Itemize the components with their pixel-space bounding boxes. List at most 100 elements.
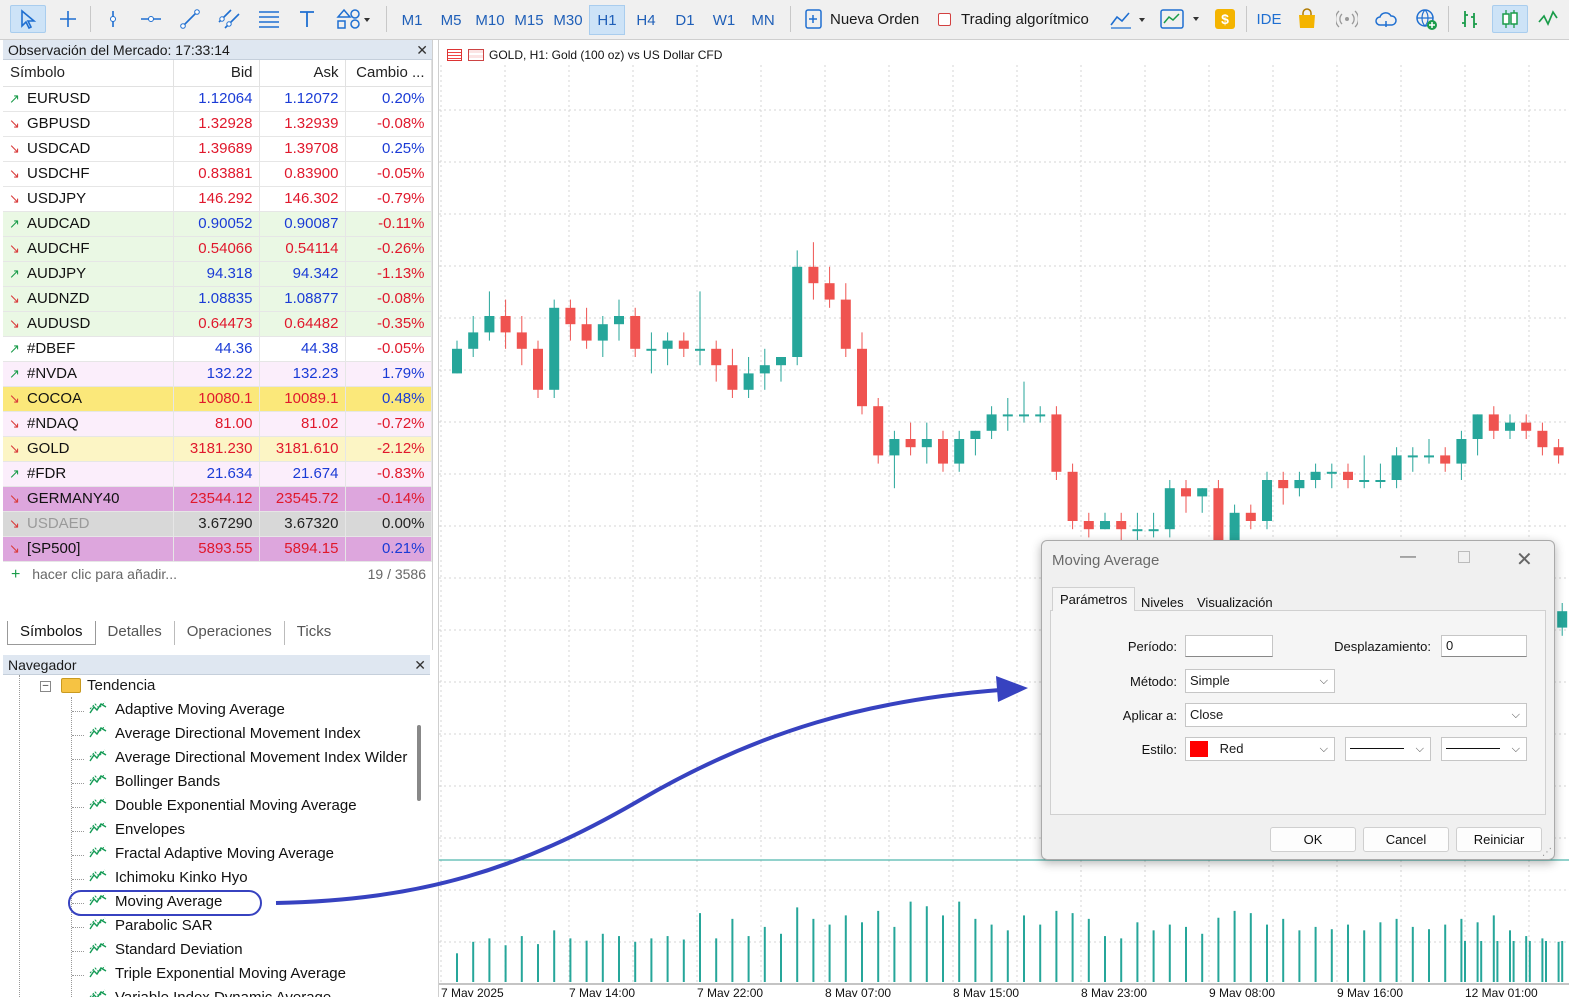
indicator-item[interactable]: Parabolic SAR bbox=[89, 917, 213, 934]
timeframe-w1[interactable]: W1 bbox=[706, 5, 742, 35]
tab-details[interactable]: Detalles bbox=[96, 621, 175, 645]
table-row[interactable]: ↘ GERMANY40 23544.12 23545.72 -0.14% bbox=[3, 486, 432, 512]
chart-type-button[interactable] bbox=[1106, 5, 1152, 33]
maximize-icon[interactable] bbox=[1458, 551, 1470, 563]
timeframe-mn[interactable]: MN bbox=[745, 5, 781, 35]
tab-ticks[interactable]: Ticks bbox=[285, 621, 343, 645]
resize-grip-icon[interactable]: ⋰ bbox=[1542, 847, 1552, 858]
folder-tendencia[interactable]: Tendencia bbox=[61, 677, 155, 694]
color-select[interactable]: Red ⌵ bbox=[1185, 737, 1335, 761]
shop-button[interactable] bbox=[1292, 5, 1322, 33]
indicator-item[interactable]: Ichimoku Kinko Hyo bbox=[89, 869, 248, 886]
column-header-change[interactable]: Cambio ... bbox=[345, 60, 432, 87]
indicator-item[interactable]: Standard Deviation bbox=[89, 941, 243, 958]
indicator-item[interactable]: Variable Index Dynamic Average bbox=[89, 989, 331, 997]
indicator-item[interactable]: Bollinger Bands bbox=[89, 773, 220, 790]
cursor-tool-button[interactable] bbox=[10, 5, 46, 33]
close-icon[interactable]: ✕ bbox=[414, 655, 426, 675]
table-row[interactable]: ↘ USDJPY 146.292 146.302 -0.79% bbox=[3, 186, 432, 212]
indicator-item[interactable]: Average Directional Movement Index Wilde… bbox=[89, 749, 407, 766]
table-row[interactable]: ↘ USDCAD 1.39689 1.39708 0.25% bbox=[3, 136, 432, 162]
tab-symbols[interactable]: Símbolos bbox=[7, 621, 96, 645]
table-row[interactable]: ↘ [SP500] 5893.55 5894.15 0.21% bbox=[3, 536, 432, 562]
vps-button[interactable] bbox=[1370, 5, 1402, 33]
indicator-item[interactable]: Adaptive Moving Average bbox=[89, 701, 285, 718]
column-header-ask[interactable]: Ask bbox=[259, 60, 346, 87]
reset-button[interactable]: Reiniciar bbox=[1456, 827, 1542, 852]
close-icon[interactable]: ✕ bbox=[416, 40, 428, 60]
change-cell: -0.14% bbox=[345, 486, 432, 512]
templates-button[interactable] bbox=[1156, 5, 1206, 33]
line-style-select[interactable]: ⌵ bbox=[1345, 737, 1431, 761]
line-width-select[interactable]: ⌵ bbox=[1441, 737, 1527, 761]
column-header-symbol[interactable]: Símbolo bbox=[3, 60, 174, 87]
nav-scrollbar[interactable] bbox=[417, 725, 421, 801]
timeframe-h1[interactable]: H1 bbox=[589, 5, 625, 35]
indicator-item[interactable]: Double Exponential Moving Average bbox=[89, 797, 357, 814]
timeframe-d1[interactable]: D1 bbox=[667, 5, 703, 35]
table-row[interactable]: ↘ COCOA 10080.1 10089.1 0.48% bbox=[3, 386, 432, 412]
fibonacci-button[interactable] bbox=[252, 5, 286, 33]
column-header-bid[interactable]: Bid bbox=[173, 60, 260, 87]
minimize-icon[interactable]: — bbox=[1400, 548, 1416, 566]
signals-button[interactable] bbox=[1332, 5, 1362, 33]
indicator-item[interactable]: Fractal Adaptive Moving Average bbox=[89, 845, 334, 862]
market-button[interactable]: $ bbox=[1210, 5, 1240, 33]
table-row[interactable]: ↗ #NVDA 132.22 132.23 1.79% bbox=[3, 361, 432, 387]
table-row[interactable]: ↘ AUDCHF 0.54066 0.54114 -0.26% bbox=[3, 236, 432, 262]
table-row[interactable]: ↘ USDCHF 0.83881 0.83900 -0.05% bbox=[3, 161, 432, 187]
table-row[interactable]: ↗ #DBEF 44.36 44.38 -0.05% bbox=[3, 336, 432, 362]
candle-body bbox=[1002, 414, 1013, 417]
timeframe-h4[interactable]: H4 bbox=[628, 5, 664, 35]
tab-parametros[interactable]: Parámetros bbox=[1052, 587, 1136, 611]
tree-line bbox=[72, 711, 84, 712]
bar-chart-button[interactable] bbox=[1454, 5, 1486, 33]
timeframe-m5[interactable]: M5 bbox=[433, 5, 469, 35]
table-row[interactable]: ↘ #NDAQ 81.00 81.02 -0.72% bbox=[3, 411, 432, 437]
ok-button[interactable]: OK bbox=[1270, 827, 1356, 852]
cancel-button[interactable]: Cancel bbox=[1363, 827, 1449, 852]
timeframe-m1[interactable]: M1 bbox=[394, 5, 430, 35]
line-chart-button[interactable] bbox=[1532, 5, 1564, 33]
table-row[interactable]: ↘ AUDUSD 0.64473 0.64482 -0.35% bbox=[3, 311, 432, 337]
shift-input[interactable]: 0 bbox=[1441, 635, 1527, 657]
indicator-item[interactable]: Envelopes bbox=[89, 821, 185, 838]
table-row[interactable]: ↗ AUDCAD 0.90052 0.90087 -0.11% bbox=[3, 211, 432, 237]
timeframe-m15[interactable]: M15 bbox=[511, 5, 547, 35]
indicator-label: Average Directional Movement Index bbox=[115, 725, 361, 742]
timeframe-m30[interactable]: M30 bbox=[550, 5, 586, 35]
indicator-icon bbox=[89, 941, 109, 958]
tab-operations[interactable]: Operaciones bbox=[175, 621, 285, 645]
table-row[interactable]: ↗ EURUSD 1.12064 1.12072 0.20% bbox=[3, 86, 432, 112]
horizontal-line-button[interactable] bbox=[136, 5, 166, 33]
algo-trading-button[interactable]: Trading algorítmico bbox=[934, 5, 1100, 33]
new-order-button[interactable]: Nueva Orden bbox=[802, 5, 926, 33]
web-button[interactable] bbox=[1410, 5, 1442, 33]
table-row[interactable]: ↗ AUDJPY 94.318 94.342 -1.13% bbox=[3, 261, 432, 287]
method-select[interactable]: Simple ⌵ bbox=[1185, 669, 1335, 693]
ask-cell: 0.90087 bbox=[259, 211, 346, 237]
change-cell: 0.25% bbox=[345, 136, 432, 162]
period-input[interactable] bbox=[1185, 635, 1273, 657]
table-row[interactable]: ↗ #FDR 21.634 21.674 -0.83% bbox=[3, 461, 432, 487]
close-icon[interactable]: ✕ bbox=[1516, 547, 1533, 572]
table-row[interactable]: ↘ GOLD 3181.230 3181.610 -2.12% bbox=[3, 436, 432, 462]
table-row[interactable]: ↘ USDAED 3.67290 3.67320 0.00% bbox=[3, 511, 432, 537]
ide-button[interactable]: IDE bbox=[1252, 5, 1286, 33]
table-row[interactable]: ↘ AUDNZD 1.08835 1.08877 -0.08% bbox=[3, 286, 432, 312]
vertical-line-button[interactable] bbox=[98, 5, 128, 33]
table-header: Símbolo Bid Ask Cambio ... bbox=[3, 60, 432, 87]
text-tool-button[interactable] bbox=[292, 5, 322, 33]
shapes-button[interactable] bbox=[330, 5, 378, 33]
trendline-button[interactable] bbox=[174, 5, 206, 33]
apply-select[interactable]: Close ⌵ bbox=[1185, 703, 1527, 727]
table-row[interactable]: ↘ GBPUSD 1.32928 1.32939 -0.08% bbox=[3, 111, 432, 137]
tree-collapse-toggle[interactable]: – bbox=[40, 681, 51, 692]
crosshair-tool-button[interactable] bbox=[52, 5, 84, 33]
channel-button[interactable] bbox=[212, 5, 246, 33]
timeframe-m10[interactable]: M10 bbox=[472, 5, 508, 35]
candlestick-chart-button[interactable] bbox=[1492, 5, 1528, 33]
indicator-item[interactable]: Triple Exponential Moving Average bbox=[89, 965, 346, 982]
indicator-item[interactable]: Average Directional Movement Index bbox=[89, 725, 361, 742]
add-symbol-row[interactable]: + hacer clic para añadir... 19 / 3586 bbox=[3, 562, 432, 587]
